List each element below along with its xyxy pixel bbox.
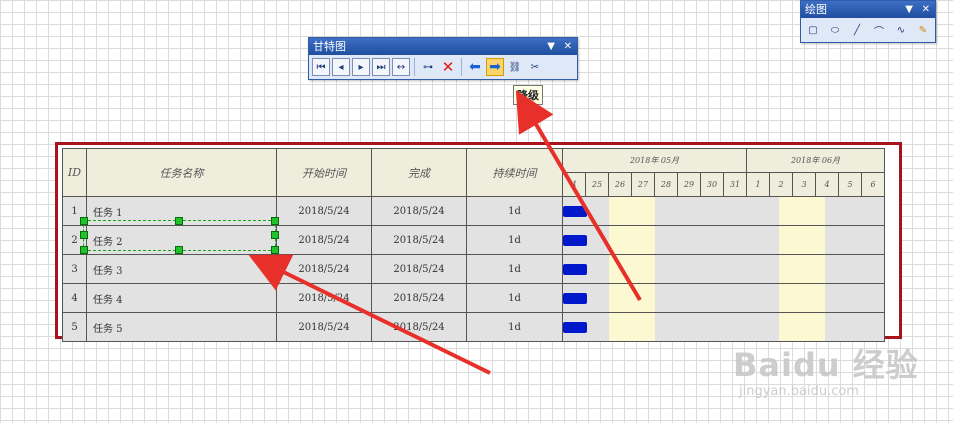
arrow-to-demote (515, 90, 642, 302)
watermark-main: Baidu 经验 (733, 346, 919, 384)
arrow-to-task-2 (248, 254, 491, 375)
watermark-sub: jingyan.baidu.com (739, 384, 859, 399)
watermark: Baidu 经验 jingyan.baidu.com (733, 340, 919, 399)
